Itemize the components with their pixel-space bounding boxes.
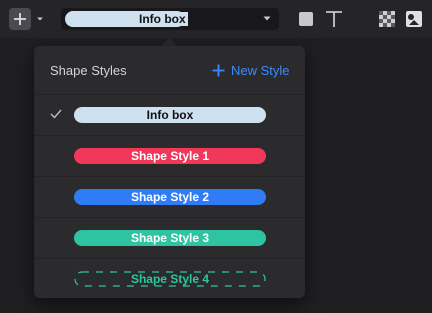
style-row-shape-style-4[interactable]: Shape Style 4	[34, 258, 305, 299]
style-pill: Shape Style 4	[74, 271, 266, 287]
plus-icon	[212, 64, 225, 76]
style-row-info-box[interactable]: Info box	[34, 94, 305, 135]
style-label: Shape Style 3	[130, 231, 210, 245]
style-row-shape-style-3[interactable]: Shape Style 3	[34, 217, 305, 258]
plus-icon	[14, 13, 26, 25]
shape-styles-dropdown: Shape Styles New Style Info box Shape St…	[34, 46, 305, 298]
style-label: Shape Style 2	[130, 190, 210, 204]
dropdown-pointer	[161, 38, 177, 46]
style-pill: Shape Style 3	[74, 230, 266, 246]
panel-header: Shape Styles New Style	[34, 46, 305, 94]
style-row-shape-style-2[interactable]: Shape Style 2	[34, 176, 305, 217]
style-list: Info box Shape Style 1 Shape Style 2 Sha…	[34, 94, 305, 299]
panel-title: Shape Styles	[50, 63, 127, 78]
style-label: Shape Style 1	[130, 149, 210, 163]
style-pill: Shape Style 1	[74, 148, 266, 164]
new-style-label: New Style	[231, 62, 290, 78]
toolbar: Info box	[0, 0, 432, 38]
select-value-text: Info box	[137, 12, 188, 26]
chevron-down-icon[interactable]	[36, 15, 44, 23]
chevron-down-icon	[263, 16, 271, 21]
style-select[interactable]: Info box	[61, 8, 279, 30]
style-row-shape-style-1[interactable]: Shape Style 1	[34, 135, 305, 176]
new-style-button[interactable]: New Style	[212, 61, 290, 79]
checkmark-icon	[50, 109, 62, 119]
fill-icon[interactable]	[405, 10, 423, 28]
rectangle-tool-icon[interactable]	[299, 12, 313, 26]
add-shape-button[interactable]	[9, 8, 31, 30]
style-pill: Shape Style 2	[74, 189, 266, 205]
text-tool-icon[interactable]	[323, 9, 345, 29]
style-label: Shape Style 4	[130, 272, 210, 286]
style-label: Info box	[146, 108, 194, 122]
style-pill: Info box	[74, 107, 266, 123]
transparency-icon[interactable]	[379, 11, 395, 27]
select-value: Info box	[137, 11, 247, 27]
